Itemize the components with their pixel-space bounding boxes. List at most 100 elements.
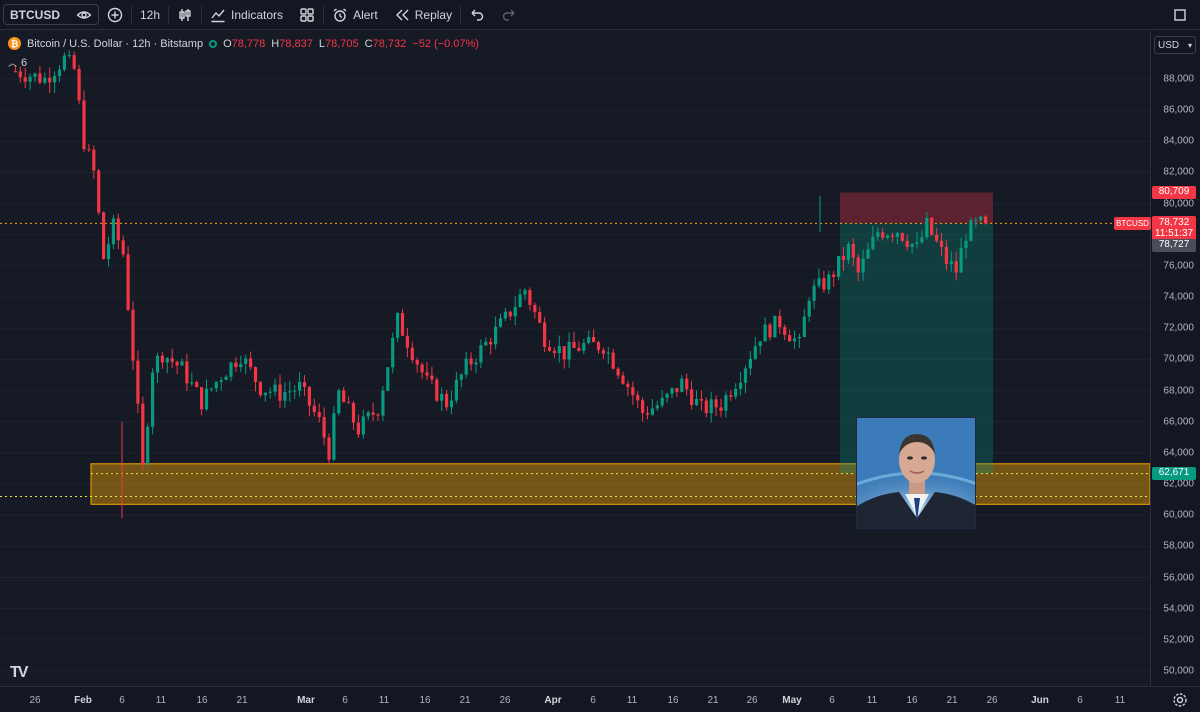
candle-body (675, 388, 679, 392)
candle-body (582, 342, 586, 351)
candle-body (944, 246, 948, 264)
candle-body (351, 403, 356, 423)
presenter-photo (856, 417, 976, 529)
candle-body (420, 364, 424, 373)
candle-body (631, 387, 635, 396)
indicators-icon (210, 7, 226, 23)
candle-body (768, 324, 772, 338)
bitcoin-icon: ₿ (8, 37, 21, 50)
chart-style-button[interactable] (169, 0, 201, 30)
chart-settings-button[interactable] (1172, 692, 1188, 708)
candle-body (503, 311, 507, 319)
candle-body (53, 75, 57, 83)
candle-body (111, 218, 115, 245)
currency-select[interactable]: USD ▾ (1154, 36, 1196, 54)
candle-body (641, 400, 645, 414)
candle-body (518, 294, 522, 307)
candle-body (910, 243, 914, 248)
price-tick-label: 64,000 (1163, 447, 1194, 459)
gear-icon (1172, 692, 1188, 708)
ohlc-change: −52 (−0.07%) (412, 37, 479, 50)
candle-body (200, 387, 204, 410)
stop-loss-zone (840, 192, 993, 224)
time-axis[interactable]: 26 Feb 6 11 16 21 Mar 6 11 16 21 26 Apr 6 11 16 21 26 May 6… (0, 686, 1200, 712)
candle-body (954, 261, 958, 273)
candle-body (381, 390, 385, 416)
candle-body (807, 300, 811, 317)
time-tick-label: 11 (378, 695, 390, 706)
candle-body (234, 362, 238, 368)
time-tick-label: Jun (1031, 695, 1049, 706)
candle-body (263, 392, 267, 396)
replay-button[interactable]: Replay (386, 0, 460, 30)
time-tick-label: 16 (419, 695, 431, 706)
layouts-button[interactable] (291, 0, 323, 30)
time-tick-label: Mar (297, 695, 315, 706)
fullscreen-button[interactable] (1164, 0, 1196, 30)
plus-circle-icon (107, 7, 123, 23)
candle-body (680, 378, 684, 392)
candle-body (601, 350, 605, 354)
candle-body (327, 437, 331, 460)
candle-body (92, 149, 96, 171)
indicators-button[interactable]: Indicators (202, 0, 291, 30)
price-chart[interactable] (0, 31, 1150, 686)
candle-body (126, 254, 130, 310)
price-tick-label: 70,000 (1163, 353, 1194, 365)
top-toolbar: BTCUSD 12h Indicators Alert Replay (0, 0, 1200, 30)
price-axis[interactable]: 88,00086,00084,00082,00080,00078,00076,0… (1150, 31, 1200, 686)
time-tick-label: 6 (119, 695, 125, 706)
candle-body (660, 397, 664, 406)
candle-body (783, 327, 787, 335)
candle-body (13, 71, 17, 73)
candle-body (479, 345, 483, 363)
tradingview-logo-icon[interactable]: TV (10, 664, 29, 682)
candle-body (974, 220, 978, 222)
candle-body (454, 379, 458, 401)
interval-button[interactable]: 12h (132, 0, 168, 30)
candle-body (592, 337, 596, 343)
indicators-collapse-toggle[interactable]: ︿ 6 (8, 56, 27, 69)
symbol-label: BTCUSD (10, 7, 60, 22)
bar-countdown: 11:51:37 (1154, 228, 1194, 240)
alert-button[interactable]: Alert (324, 0, 386, 30)
redo-button[interactable] (493, 0, 525, 30)
candle-body (317, 412, 321, 418)
candle-body (802, 316, 806, 338)
alert-label: Alert (353, 7, 378, 22)
candle-body (900, 233, 904, 241)
ohlc-high: H78,837 (271, 37, 313, 50)
market-status-icon[interactable] (209, 39, 218, 48)
chevron-up-icon: ︿ (8, 58, 18, 68)
candle-body (959, 248, 963, 273)
candle-body (298, 382, 302, 391)
undo-button[interactable] (461, 0, 493, 30)
eye-icon[interactable] (76, 7, 92, 23)
candle-body (435, 379, 439, 401)
candle-body (347, 402, 351, 404)
last-price-tag: 78,732 11:51:37 (1152, 216, 1196, 241)
candle-body (871, 236, 875, 250)
candle-body (278, 384, 282, 401)
time-tick-label: 26 (29, 695, 41, 706)
candle-body (170, 358, 174, 362)
rewind-icon (394, 7, 410, 23)
candle-body (273, 384, 277, 392)
candle-body (621, 375, 625, 384)
price-tick-label: 74,000 (1163, 291, 1194, 303)
price-tick-label: 52,000 (1163, 634, 1194, 646)
candle-body (690, 389, 694, 406)
time-tick-label: 6 (1077, 695, 1083, 706)
undo-icon (469, 7, 485, 23)
symbol-search[interactable]: BTCUSD (3, 4, 99, 25)
compare-button[interactable] (99, 0, 131, 30)
price-tick-label: 80,000 (1163, 198, 1194, 210)
candle-body (175, 361, 179, 366)
time-tick-label: 11 (866, 695, 878, 706)
candle-body (146, 426, 150, 464)
candle-body (939, 240, 944, 247)
candle-body (655, 405, 659, 409)
ohlc-open: O78,778 (223, 37, 266, 50)
candle-body (846, 243, 850, 261)
interval-label: 12h (140, 7, 161, 22)
